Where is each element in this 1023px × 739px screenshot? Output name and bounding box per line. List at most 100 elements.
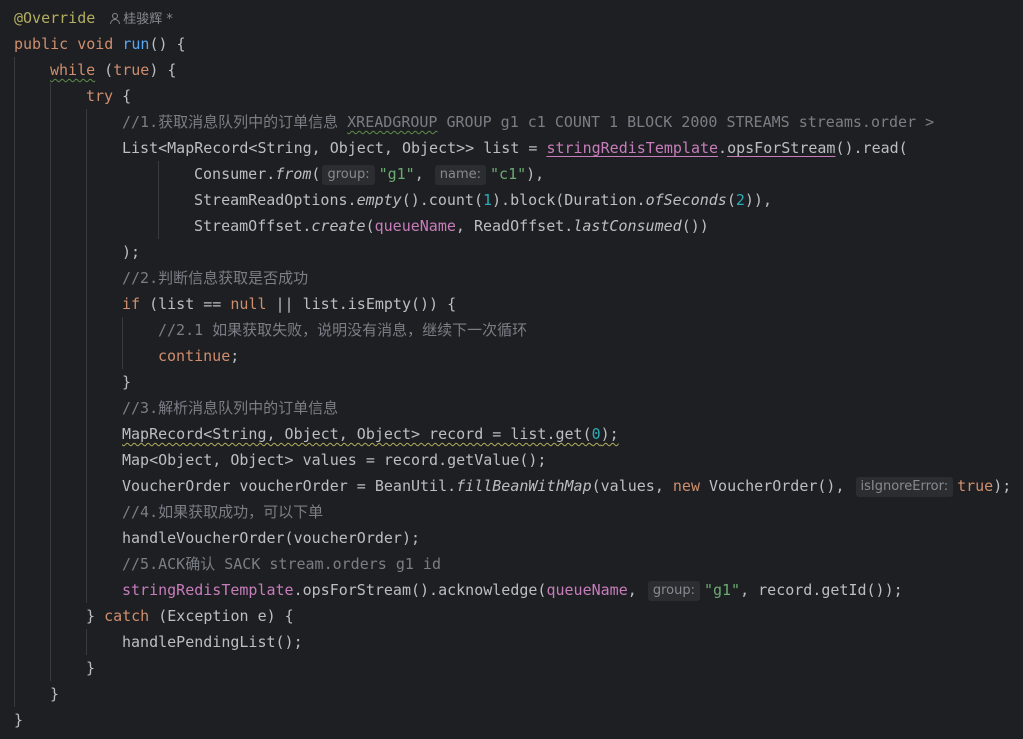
method-create: create (311, 217, 366, 235)
code-line-26[interactable]: } (86, 655, 95, 681)
string-literal: "c1" (490, 165, 527, 183)
comment-typo: XREADGROUP (347, 113, 438, 131)
code-line-15[interactable]: } (122, 369, 131, 395)
code-line-25[interactable]: handlePendingList(); (122, 629, 303, 655)
keyword-catch: catch (104, 607, 150, 625)
indent-guide (50, 83, 51, 681)
author-hint[interactable]: 桂骏辉 * (109, 7, 173, 33)
indent-guide (14, 57, 15, 707)
keyword-void: void (77, 35, 114, 53)
keyword-public: public (14, 35, 69, 53)
code-text: VoucherOrder(), (699, 477, 854, 495)
code-text: || list.isEmpty()) { (266, 295, 457, 313)
code-line-9[interactable]: StreamOffset.create(queueName, ReadOffse… (194, 213, 709, 239)
number-literal: 0 (591, 425, 601, 443)
user-icon (109, 13, 121, 24)
code-text: () { (149, 35, 186, 53)
code-warning: MapRecord<String, Object, Object> record… (122, 425, 619, 443)
code-text: { (113, 87, 132, 105)
comment: GROUP g1 c1 COUNT 1 BLOCK 2000 STREAMS s… (437, 113, 935, 131)
field-stringRedisTemplate: stringRedisTemplate (122, 581, 294, 599)
code-line-1[interactable]: @Override 桂骏辉 * (14, 5, 173, 31)
code-line-12[interactable]: if (list == null || list.isEmpty()) { (122, 291, 456, 317)
param-hint-name: name: (434, 165, 487, 185)
code-line-28[interactable]: } (14, 707, 23, 733)
comment: //5.ACK确认 SACK stream.orders g1 id (122, 555, 441, 573)
code-text: MapRecord<String, Object, Object> record… (122, 425, 592, 443)
code-line-13[interactable]: //2.1 如果获取失败，说明没有消息，继续下一次循环 (158, 317, 527, 343)
keyword-continue: continue (158, 347, 231, 365)
code-text: } (14, 711, 24, 729)
keyword-while: while (50, 61, 96, 79)
code-line-8[interactable]: StreamReadOptions.empty().count(1).block… (194, 187, 772, 213)
code-line-19[interactable]: VoucherOrder voucherOrder = BeanUtil.fil… (122, 473, 1011, 499)
indent-guide (86, 629, 87, 655)
code-line-16[interactable]: //3.解析消息队列中的订单信息 (122, 395, 338, 421)
code-line-7[interactable]: Consumer.from(group: "g1", name: "c1"), (194, 161, 544, 187)
code-line-20[interactable]: //4.如果获取成功，可以下单 (122, 499, 323, 525)
param-hint-isIgnoreError: isIgnoreError: (855, 477, 954, 497)
code-line-11[interactable]: //2.判断信息获取是否成功 (122, 265, 308, 291)
method-empty: empty (356, 191, 402, 209)
code-line-14[interactable]: continue; (158, 343, 239, 369)
code-text: ( (365, 217, 375, 235)
code-line-22[interactable]: //5.ACK确认 SACK stream.orders g1 id (122, 551, 441, 577)
code-text: ().read( (835, 139, 908, 157)
keyword-try: try (86, 87, 114, 105)
code-line-6[interactable]: List<MapRecord<String, Object, Object>> … (122, 135, 908, 161)
field-queueName: queueName (546, 581, 628, 599)
comment: //2.判断信息获取是否成功 (122, 269, 309, 287)
code-editor[interactable]: @Override 桂骏辉 * public void run() { while… (0, 0, 1023, 739)
code-text: ( (311, 165, 321, 183)
method-lastConsumed: lastConsumed (573, 217, 682, 235)
code-text: , (414, 165, 433, 183)
code-line-2[interactable]: public void run() { (14, 31, 186, 57)
code-line-10[interactable]: ); (122, 239, 140, 265)
code-text: } (122, 373, 132, 391)
keyword-if: if (122, 295, 141, 313)
code-text: handlePendingList(); (122, 633, 303, 651)
code-text: ()) (681, 217, 709, 235)
code-line-21[interactable]: handleVoucherOrder(voucherOrder); (122, 525, 420, 551)
code-line-3[interactable]: while (true) { (50, 57, 176, 83)
code-text: Consumer. (194, 165, 276, 183)
comment: //3.解析消息队列中的订单信息 (122, 399, 339, 417)
param-hint-group: group: (322, 165, 375, 185)
code-line-27[interactable]: } (50, 681, 59, 707)
author-name: 桂骏辉 * (123, 12, 173, 27)
method-ofSeconds: ofSeconds (645, 191, 727, 209)
code-text: ; (230, 347, 240, 365)
code-text: )), (744, 191, 772, 209)
indent-guide (86, 109, 87, 603)
indent-guide (158, 161, 159, 239)
string-literal: "g1" (378, 165, 415, 183)
code-text: .opsForStream().acknowledge( (293, 581, 547, 599)
number-literal: 1 (483, 191, 493, 209)
code-text: , ReadOffset. (455, 217, 574, 235)
code-line-18[interactable]: Map<Object, Object> values = record.getV… (122, 447, 546, 473)
keyword-true: true (113, 61, 150, 79)
code-line-24[interactable]: } catch (Exception e) { (86, 603, 294, 629)
code-text: handleVoucherOrder(voucherOrder); (122, 529, 421, 547)
field-queueName: queueName (374, 217, 456, 235)
code-line-23[interactable]: stringRedisTemplate.opsForStream().ackno… (122, 577, 903, 603)
code-text: StreamOffset. (194, 217, 312, 235)
method-from: from (275, 165, 312, 183)
code-text: Map<Object, Object> values = record.getV… (122, 451, 547, 469)
code-line-17[interactable]: MapRecord<String, Object, Object> record… (122, 421, 619, 447)
code-text: ); (993, 477, 1012, 495)
code-text: } (50, 685, 60, 703)
code-text: } (86, 659, 96, 677)
keyword-true: true (957, 477, 994, 495)
comment: //4.如果获取成功，可以下单 (122, 503, 324, 521)
field-stringRedisTemplate: stringRedisTemplate (546, 139, 719, 157)
method-name: run (122, 35, 150, 53)
code-text: StreamReadOptions. (194, 191, 357, 209)
method-opsForStream: opsForStream (727, 139, 836, 157)
code-text: ().count( (401, 191, 483, 209)
code-line-5[interactable]: //1.获取消息队列中的订单信息 XREADGROUP GROUP g1 c1 … (122, 109, 934, 135)
code-text: List<MapRecord<String, Object, Object>> … (122, 139, 547, 157)
number-literal: 2 (735, 191, 745, 209)
code-line-4[interactable]: try { (86, 83, 131, 109)
code-text: ) { (149, 61, 177, 79)
